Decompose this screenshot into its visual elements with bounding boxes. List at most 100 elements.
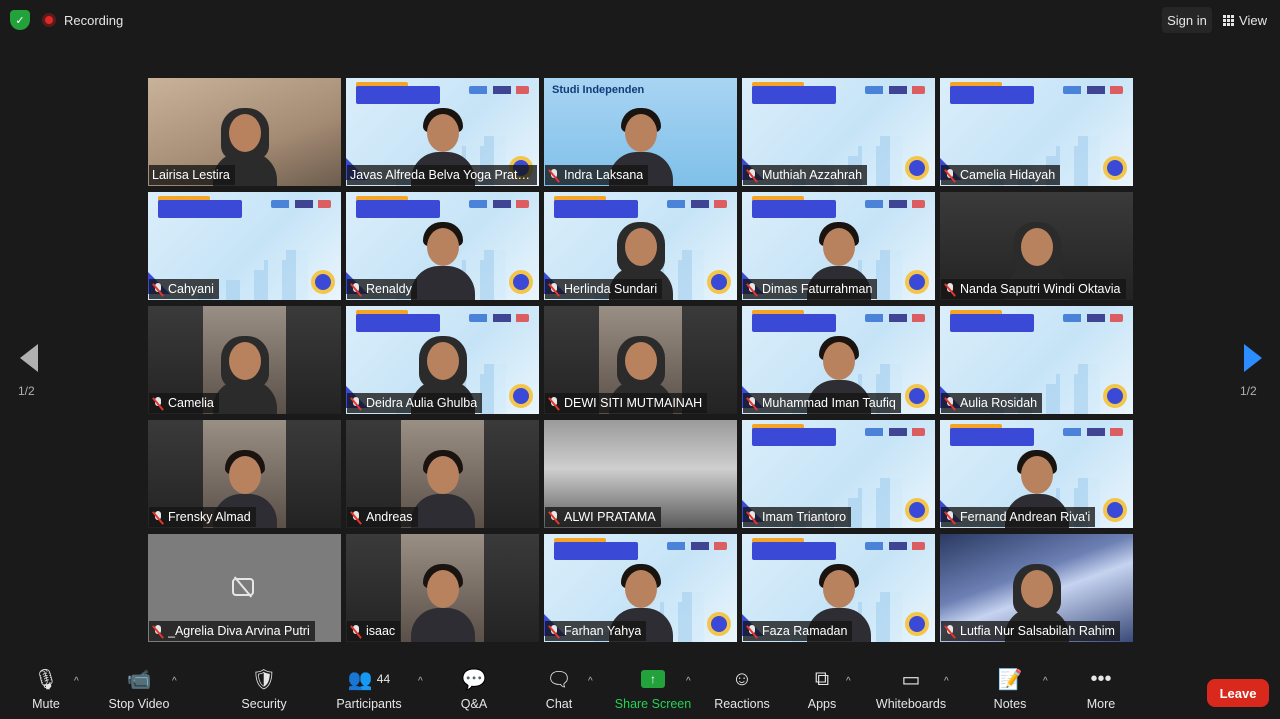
security-label: Security bbox=[241, 697, 287, 711]
microphone-muted-icon bbox=[944, 168, 956, 182]
chat-button[interactable]: 🗨 Chat bbox=[541, 664, 577, 718]
microphone-muted-icon bbox=[152, 396, 164, 410]
encryption-shield-icon[interactable]: ✓ bbox=[10, 10, 30, 30]
microphone-muted-icon bbox=[944, 282, 956, 296]
participant-tile[interactable]: Muthiah Azzahrah bbox=[742, 78, 935, 186]
participant-tile[interactable]: Fernand Andrean Riva'i bbox=[940, 420, 1133, 528]
participant-tile[interactable]: Lairisa Lestira bbox=[148, 78, 341, 186]
participant-tile[interactable]: Deidra Aulia Ghulba bbox=[346, 306, 539, 414]
page-indicator-left: 1/2 bbox=[18, 384, 35, 398]
participant-name-label: Herlinda Sundari bbox=[545, 279, 663, 299]
reactions-label: Reactions bbox=[714, 697, 770, 711]
participant-name: Camelia bbox=[168, 396, 214, 410]
participant-tile[interactable]: Renaldy bbox=[346, 192, 539, 300]
microphone-muted-icon bbox=[350, 282, 362, 296]
participant-video-figure bbox=[410, 448, 475, 528]
participant-tile[interactable]: Nanda Saputri Windi Oktavia bbox=[940, 192, 1133, 300]
participant-name-label: Muthiah Azzahrah bbox=[743, 165, 868, 185]
participant-tile[interactable]: Muhammad Iman Taufiq bbox=[742, 306, 935, 414]
participant-tile[interactable]: Herlinda Sundari bbox=[544, 192, 737, 300]
sign-in-button[interactable]: Sign in bbox=[1162, 7, 1212, 33]
share-options-chevron-icon[interactable]: ^ bbox=[686, 676, 691, 687]
stop-video-label: Stop Video bbox=[108, 697, 170, 711]
participant-tile[interactable]: Farhan Yahya bbox=[544, 534, 737, 642]
qa-label: Q&A bbox=[460, 697, 488, 711]
participant-tile[interactable]: Lutfia Nur Salsabilah Rahim bbox=[940, 534, 1133, 642]
participant-tile[interactable]: isaac bbox=[346, 534, 539, 642]
participant-name: Camelia Hidayah bbox=[960, 168, 1056, 182]
recording-dot-icon bbox=[42, 13, 56, 27]
participant-name-label: Farhan Yahya bbox=[545, 621, 647, 641]
share-screen-button[interactable]: ↑ Share Screen bbox=[614, 664, 692, 718]
security-button[interactable]: 🛡 Security bbox=[238, 664, 290, 718]
participant-name: _Agrelia Diva Arvina Putri bbox=[168, 624, 310, 638]
whiteboards-options-chevron-icon[interactable]: ^ bbox=[944, 676, 949, 687]
video-options-chevron-icon[interactable]: ^ bbox=[172, 676, 177, 687]
participant-tile[interactable]: Dimas Faturrahman bbox=[742, 192, 935, 300]
participant-name: Nanda Saputri Windi Oktavia bbox=[960, 282, 1121, 296]
more-label: More bbox=[1086, 697, 1116, 711]
participant-tile[interactable]: Frensky Almad bbox=[148, 420, 341, 528]
share-screen-label: Share Screen bbox=[614, 697, 692, 711]
microphone-muted-icon bbox=[746, 282, 758, 296]
participant-tile[interactable]: Javas Alfreda Belva Yoga Prata... bbox=[346, 78, 539, 186]
view-button[interactable]: View bbox=[1218, 7, 1272, 33]
participant-name: Herlinda Sundari bbox=[564, 282, 658, 296]
participant-tile[interactable]: Imam Triantoro bbox=[742, 420, 935, 528]
participant-video-grid: Lairisa Lestira Javas Alfreda Belva Yoga … bbox=[148, 78, 1133, 643]
participant-name-label: Nanda Saputri Windi Oktavia bbox=[941, 279, 1126, 299]
leave-button[interactable]: Leave bbox=[1207, 679, 1269, 707]
participants-options-chevron-icon[interactable]: ^ bbox=[418, 676, 423, 687]
apps-icon: ⧉ bbox=[814, 667, 830, 690]
participant-tile[interactable]: _Agrelia Diva Arvina Putri bbox=[148, 534, 341, 642]
audio-options-chevron-icon[interactable]: ^ bbox=[74, 676, 79, 687]
participant-tile[interactable]: Cahyani bbox=[148, 192, 341, 300]
participant-name: DEWI SITI MUTMAINAH bbox=[564, 396, 703, 410]
participant-tile[interactable]: Andreas bbox=[346, 420, 539, 528]
microphone-muted-icon bbox=[350, 624, 362, 638]
apps-options-chevron-icon[interactable]: ^ bbox=[846, 676, 851, 687]
participant-name-label: Imam Triantoro bbox=[743, 507, 852, 527]
more-button[interactable]: ••• More bbox=[1082, 664, 1120, 718]
reactions-button[interactable]: ☺ Reactions bbox=[712, 664, 772, 718]
participant-tile[interactable]: Camelia bbox=[148, 306, 341, 414]
participant-name-label: Indra Laksana bbox=[545, 165, 649, 185]
security-shield-icon: 🛡 bbox=[251, 668, 277, 691]
participant-name: Frensky Almad bbox=[168, 510, 251, 524]
participant-tile[interactable]: Faza Ramadan bbox=[742, 534, 935, 642]
recording-indicator[interactable]: Recording bbox=[42, 9, 123, 31]
chat-bubble-icon: 🗨 bbox=[546, 668, 572, 691]
slide-title: Studi Independen bbox=[552, 84, 645, 96]
apps-button[interactable]: ⧉ Apps bbox=[804, 664, 840, 718]
chat-options-chevron-icon[interactable]: ^ bbox=[588, 676, 593, 687]
stop-video-button[interactable]: 📹 Stop Video bbox=[104, 664, 174, 718]
participant-name: Farhan Yahya bbox=[564, 624, 642, 638]
microphone-muted-icon bbox=[944, 396, 956, 410]
share-screen-icon: ↑ bbox=[641, 664, 665, 694]
participant-tile[interactable]: ALWI PRATAMA bbox=[544, 420, 737, 528]
next-page-button[interactable]: 1/2 bbox=[1240, 344, 1262, 404]
participant-name: isaac bbox=[366, 624, 396, 638]
notes-button[interactable]: 📝 Notes bbox=[990, 664, 1030, 718]
participant-name: Muhammad Iman Taufiq bbox=[762, 396, 896, 410]
participant-tile[interactable]: Studi Independen Indra Laksana bbox=[544, 78, 737, 186]
participant-name-label: Fernand Andrean Riva'i bbox=[941, 507, 1096, 527]
camera-off-icon bbox=[232, 578, 254, 596]
participant-name: Indra Laksana bbox=[564, 168, 644, 182]
page-indicator-right: 1/2 bbox=[1240, 384, 1257, 398]
microphone-muted-icon bbox=[548, 624, 560, 638]
microphone-muted-icon bbox=[746, 624, 758, 638]
whiteboards-button[interactable]: ▭ Whiteboards bbox=[872, 664, 950, 718]
participant-name: Faza Ramadan bbox=[762, 624, 848, 638]
previous-page-button[interactable]: 1/2 bbox=[18, 344, 40, 404]
participant-tile[interactable]: Aulia Rosidah bbox=[940, 306, 1133, 414]
participant-tile[interactable]: Camelia Hidayah bbox=[940, 78, 1133, 186]
mute-button[interactable]: 🎙 Mute bbox=[28, 664, 64, 718]
notes-options-chevron-icon[interactable]: ^ bbox=[1043, 676, 1048, 687]
participant-name-label: Renaldy bbox=[347, 279, 417, 299]
recording-label: Recording bbox=[64, 12, 124, 28]
participant-tile[interactable]: DEWI SITI MUTMAINAH bbox=[544, 306, 737, 414]
participants-button[interactable]: 👥 44 Participants bbox=[334, 664, 404, 718]
participant-name-label: Cahyani bbox=[149, 279, 219, 299]
qa-button[interactable]: 💬 Q&A bbox=[456, 664, 492, 718]
